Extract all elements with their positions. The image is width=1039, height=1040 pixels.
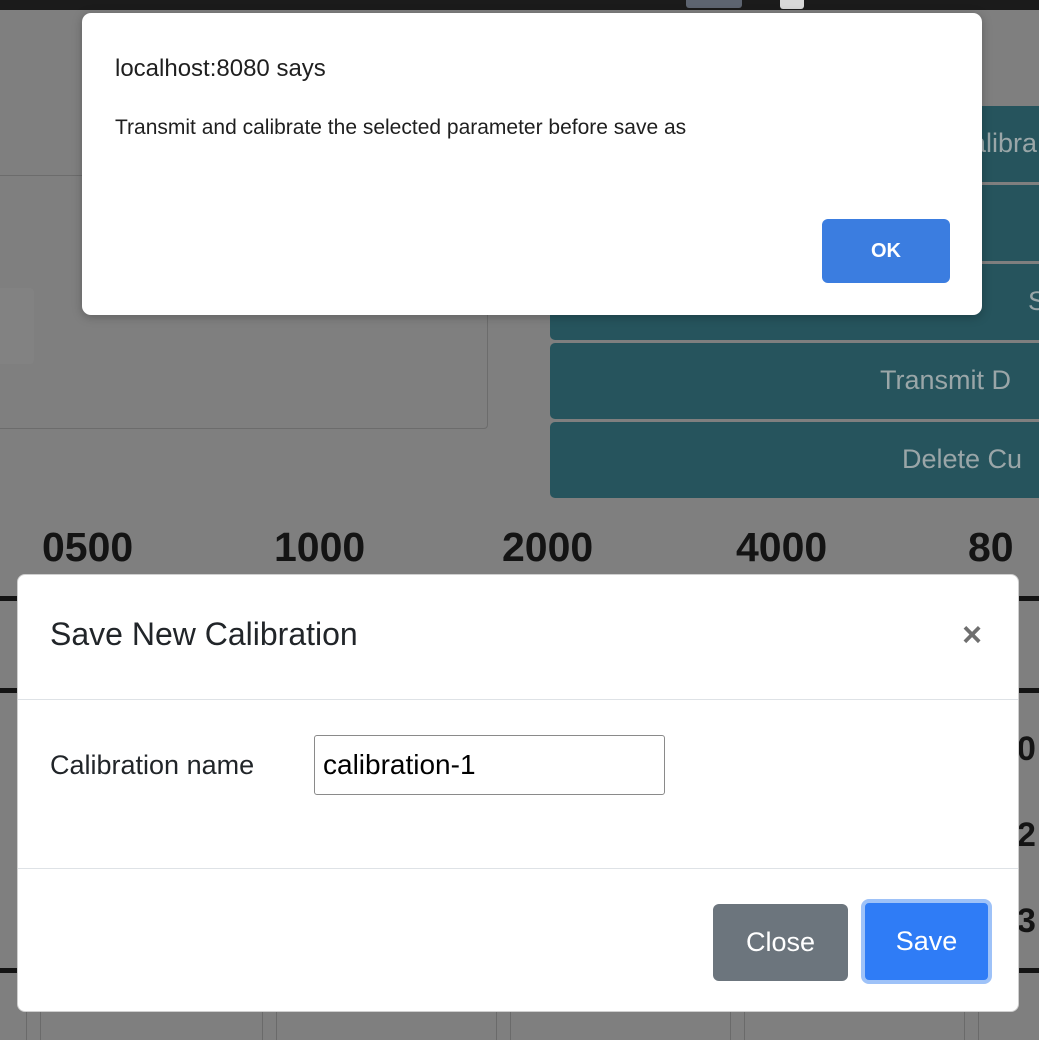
table-grid-line <box>496 1010 497 1040</box>
close-icon[interactable]: × <box>952 615 992 655</box>
save-calibration-modal: Save New Calibration × Calibration name … <box>17 574 1019 1012</box>
table-cell-value: 3 <box>1017 902 1036 940</box>
delete-button[interactable]: Delete Cu <box>550 422 1039 498</box>
modal-body: Calibration name <box>18 700 1018 869</box>
modal-header: Save New Calibration × <box>18 575 1018 700</box>
browser-top-bar <box>0 0 1039 10</box>
close-button[interactable]: Close <box>713 904 848 981</box>
frequency-header: 2000 <box>502 524 594 570</box>
frequency-header: 1000 <box>274 524 366 570</box>
table-grid-line <box>744 1010 745 1040</box>
frequency-header: 4000 <box>736 524 828 570</box>
modal-footer: Close Save <box>18 869 1018 1011</box>
table-grid-line <box>964 1010 965 1040</box>
save-button[interactable]: Save <box>861 899 992 984</box>
browser-tab-chip <box>686 0 742 8</box>
transmit-button[interactable]: Transmit D <box>550 343 1039 419</box>
table-cell-edge: 0 <box>1016 712 1039 786</box>
transmit-button-label: Transmit D <box>880 365 1012 395</box>
table-cell-edge: 2 <box>1016 798 1039 872</box>
browser-tab-chip <box>780 0 804 9</box>
table-cell-edge: 3 <box>1016 884 1039 958</box>
delete-button-label: Delete Cu <box>902 444 1023 474</box>
table-grid-line <box>276 1010 277 1040</box>
browser-alert-dialog: localhost:8080 says Transmit and calibra… <box>82 13 982 315</box>
background-panel-inner <box>0 288 34 364</box>
alert-ok-button[interactable]: OK <box>822 219 950 283</box>
calibration-name-input[interactable] <box>314 735 665 795</box>
table-cell-value: 2 <box>1017 816 1036 854</box>
table-cell-value: 0 <box>1017 730 1036 768</box>
modal-title: Save New Calibration <box>50 616 358 652</box>
frequency-header-row: 0500 1000 2000 4000 80 <box>0 524 1039 578</box>
table-grid-line <box>730 1010 731 1040</box>
frequency-header: 0500 <box>42 524 134 570</box>
calibration-name-label: Calibration name <box>50 750 255 780</box>
alert-title: localhost:8080 says <box>115 55 326 82</box>
table-grid-line <box>26 1010 27 1040</box>
alert-message: Transmit and calibrate the selected para… <box>115 116 687 139</box>
table-grid-line <box>978 1010 979 1040</box>
table-grid-line <box>510 1010 511 1040</box>
frequency-header: 80 <box>968 524 1014 570</box>
table-grid-line <box>262 1010 263 1040</box>
table-grid-line <box>40 1010 41 1040</box>
save-as-button-label: S <box>1028 286 1039 316</box>
